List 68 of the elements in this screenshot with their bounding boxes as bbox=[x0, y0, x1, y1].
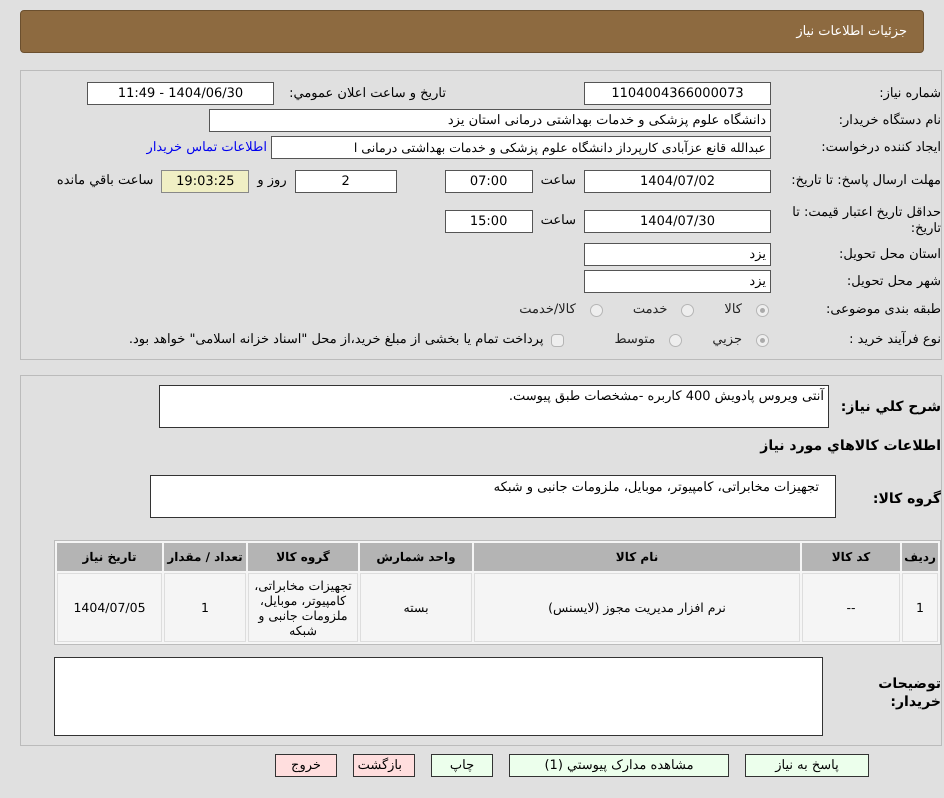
column-header: واحد شمارش bbox=[360, 543, 472, 571]
field-label: کالا bbox=[724, 301, 742, 320]
field-label: ساعت bbox=[540, 212, 576, 230]
radio-button[interactable] bbox=[590, 304, 603, 316]
text-area[interactable]: تجهیزات مخابراتی، کامپیوتر، موبایل، ملزومات جانبی و شبکه bbox=[150, 475, 836, 518]
field-label: نام دستگاه خریدار: bbox=[838, 112, 941, 130]
table-cell: -- bbox=[802, 573, 900, 642]
field-label: استان محل تحویل: bbox=[838, 246, 941, 264]
input-field[interactable]: یزد bbox=[584, 243, 771, 266]
field-label: پرداخت تمام یا بخشی از مبلغ خرید،از محل "اسناد خزانه اسلامی" خواهد بود. bbox=[128, 331, 544, 350]
field-label: طبقه بندی موضوعی: bbox=[824, 301, 941, 320]
section-title: اطلاعات کالاهاي مورد نياز bbox=[758, 437, 941, 456]
radio-button[interactable] bbox=[669, 334, 682, 346]
field-label: شماره نیاز: bbox=[878, 84, 941, 103]
radio-button[interactable] bbox=[681, 304, 694, 316]
field-label: نوع فرآیند خرید : bbox=[848, 330, 941, 350]
input-field[interactable]: 1404/07/02 bbox=[584, 170, 771, 192]
field-label: تاریخ و ساعت اعلان عمومي: bbox=[288, 84, 447, 103]
input-field[interactable]: 1104004366000073 bbox=[584, 82, 771, 105]
column-header: کد کالا bbox=[802, 543, 900, 571]
description-text: آنتی ویروس پادویش 400 کاربره -مشخصات طبق پیوست. bbox=[508, 389, 824, 404]
input-field[interactable]: یزد bbox=[584, 270, 771, 293]
field-label: جزيي bbox=[712, 331, 742, 350]
field-label: ساعت bbox=[540, 172, 576, 190]
column-header: رديف bbox=[902, 543, 938, 571]
text-area[interactable] bbox=[54, 657, 823, 736]
action-button[interactable]: چاپ bbox=[431, 754, 493, 777]
action-button[interactable]: خروج bbox=[275, 754, 337, 777]
checkbox[interactable] bbox=[551, 334, 564, 346]
input-field[interactable]: 2 bbox=[294, 170, 397, 192]
table-cell: 1 bbox=[164, 573, 246, 642]
input-field[interactable]: 1404/06/30 - 11:49 bbox=[87, 82, 274, 105]
field-label: شرح کلي نياز: bbox=[840, 398, 941, 417]
field-label: ساعت باقي مانده bbox=[56, 172, 154, 190]
group-text: تجهیزات مخابراتی، کامپیوتر، موبایل، ملزومات جانبی و شبکه bbox=[494, 480, 819, 495]
table-cell: نرم افزار مدیریت مجوز (لایسنس) bbox=[474, 573, 800, 642]
action-button[interactable]: مشاهده مدارک پیوستي (1) bbox=[509, 754, 729, 777]
field-label: حداقل تاریخ اعتبار قیمت: تا تاریخ: bbox=[791, 205, 941, 237]
input-field[interactable]: عبدالله قانع عزآبادی کارپرداز دانشگاه علوم پزشکی و خدمات بهداشتی درمانی ا bbox=[271, 136, 771, 159]
input-field[interactable]: دانشگاه علوم پزشکی و خدمات بهداشتی درمانی استان یزد bbox=[209, 109, 771, 132]
field-label: مهلت ارسال پاسخ: تا تاریخ: bbox=[791, 173, 941, 189]
column-header: نام کالا bbox=[474, 543, 800, 571]
column-header: تاریخ نیاز bbox=[57, 543, 162, 571]
radio-button[interactable] bbox=[756, 304, 769, 316]
input-field[interactable]: 1404/07/30 bbox=[584, 210, 771, 232]
column-header: تعداد / مقدار bbox=[164, 543, 246, 571]
text-area[interactable]: آنتی ویروس پادویش 400 کاربره -مشخصات طبق پیوست. bbox=[159, 385, 829, 428]
radio-button[interactable] bbox=[756, 334, 769, 346]
column-header: گروه کالا bbox=[248, 543, 358, 571]
action-button[interactable]: بازگشت bbox=[353, 754, 415, 777]
remaining-time: 19:03:25 bbox=[161, 170, 250, 192]
field-label: متوسط bbox=[614, 331, 656, 350]
page-title: جزئیات اطلاعات نیاز bbox=[796, 22, 907, 41]
action-button[interactable]: پاسخ به نیاز bbox=[745, 754, 869, 777]
input-field[interactable]: 15:00 bbox=[444, 210, 533, 232]
field-label: توضیحات خریدار: bbox=[877, 675, 941, 711]
table-cell: 1404/07/05 bbox=[57, 573, 162, 642]
contact-link[interactable]: اطلاعات تماس خریدار bbox=[146, 138, 267, 158]
input-field[interactable]: 07:00 bbox=[444, 170, 533, 192]
table-cell: تجهیزات مخابراتی، کامپیوتر، موبایل، ملزومات جانبی و شبکه bbox=[248, 573, 358, 642]
field-label: ایجاد کننده درخواست: bbox=[820, 138, 941, 157]
field-label: گروه کالا: bbox=[872, 489, 941, 509]
field-label: روز و bbox=[257, 172, 287, 190]
field-label: خدمت bbox=[632, 301, 668, 320]
table-cell: 1 bbox=[902, 573, 938, 642]
field-label: کالا/خدمت bbox=[519, 301, 576, 320]
field-label: شهر محل تحویل: bbox=[846, 272, 941, 291]
table-cell: بسته bbox=[360, 573, 472, 642]
